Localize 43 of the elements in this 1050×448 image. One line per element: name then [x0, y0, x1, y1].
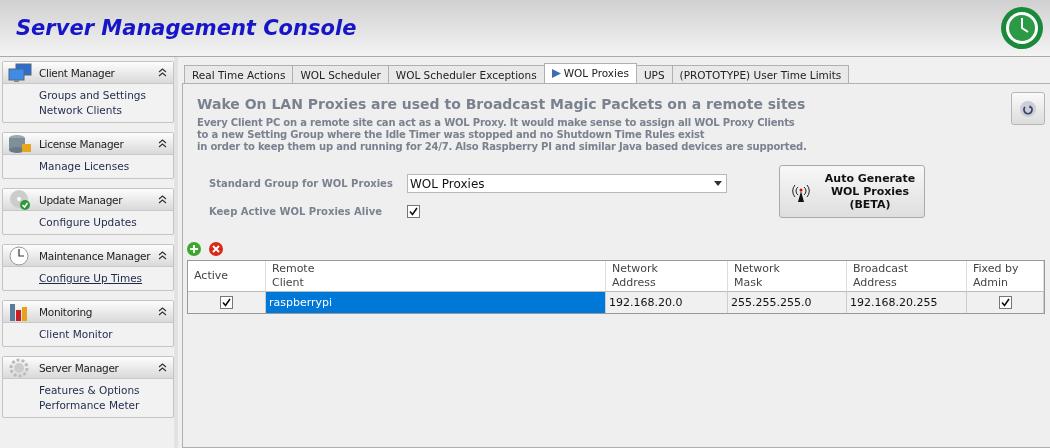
app-title: Server Management Console: [16, 16, 357, 40]
tab[interactable]: Real Time Actions: [184, 65, 294, 83]
nav-link[interactable]: Performance Meter: [39, 399, 173, 411]
double-chevron-icon[interactable]: [158, 139, 167, 148]
table-cell: 192.168.20.0: [606, 292, 728, 313]
table-cell: 255.255.255.0: [728, 292, 847, 313]
panel-description: Every Client PC on a remote site can act as a WOL Proxy. It would make sense to assign all WOL Proxy Clients to a new Setting Group where the Idle Timer was stopped and no Shutdown Time Rules exist in order to keep them up and running for 24/7. Also Raspberry PI and similar Java based devices are supported.: [197, 117, 807, 153]
monitors-icon: [7, 62, 33, 83]
auto-generate-button[interactable]: Auto Generate WOL Proxies (BETA): [779, 165, 925, 218]
refresh-button[interactable]: [1011, 92, 1045, 125]
play-icon: [551, 68, 561, 78]
keep-alive-checkbox[interactable]: [407, 205, 420, 218]
double-chevron-icon[interactable]: [158, 363, 167, 372]
tab[interactable]: WOL Proxies: [543, 63, 637, 83]
double-chevron-icon[interactable]: [158, 195, 167, 204]
refresh-icon: [1019, 99, 1037, 118]
dropdown-caret-icon: [714, 181, 722, 186]
panel-headline: Wake On LAN Proxies are used to Broadcast Magic Packets on a remote sites: [197, 96, 807, 112]
database-lock-icon: [7, 133, 33, 154]
delete-icon[interactable]: [209, 242, 223, 256]
tab[interactable]: (PROTOTYPE) User Time Limits: [671, 65, 850, 83]
nav-link[interactable]: Configure Up Times: [39, 272, 173, 284]
nav-link[interactable]: Network Clients: [39, 104, 173, 116]
double-chevron-icon[interactable]: [158, 251, 167, 260]
nav-link[interactable]: Features & Options: [39, 384, 173, 396]
tab[interactable]: WOL Scheduler Exceptions: [387, 65, 545, 83]
power-clock-logo: [1000, 6, 1044, 50]
group-dropdown[interactable]: WOL Proxies: [407, 174, 727, 193]
fixed-checkbox[interactable]: [998, 296, 1012, 309]
table-cell: 192.168.20.255: [847, 292, 967, 313]
field-label: Keep Active WOL Proxies Alive: [209, 206, 383, 217]
tab[interactable]: WOL Scheduler: [292, 65, 389, 83]
active-checkbox[interactable]: [220, 296, 233, 309]
add-icon[interactable]: [187, 242, 201, 256]
nav-link[interactable]: Groups and Settings: [39, 89, 173, 101]
field-label: Standard Group for WOL Proxies: [209, 178, 394, 189]
nav-link[interactable]: Client Monitor: [39, 328, 173, 340]
nav-link[interactable]: Configure Updates: [39, 216, 173, 228]
double-chevron-icon[interactable]: [158, 307, 167, 316]
tab[interactable]: UPS: [635, 65, 673, 83]
table-cell: raspberrypi: [266, 292, 606, 313]
double-chevron-icon[interactable]: [158, 68, 167, 77]
nav-link[interactable]: Manage Licenses: [39, 160, 173, 172]
